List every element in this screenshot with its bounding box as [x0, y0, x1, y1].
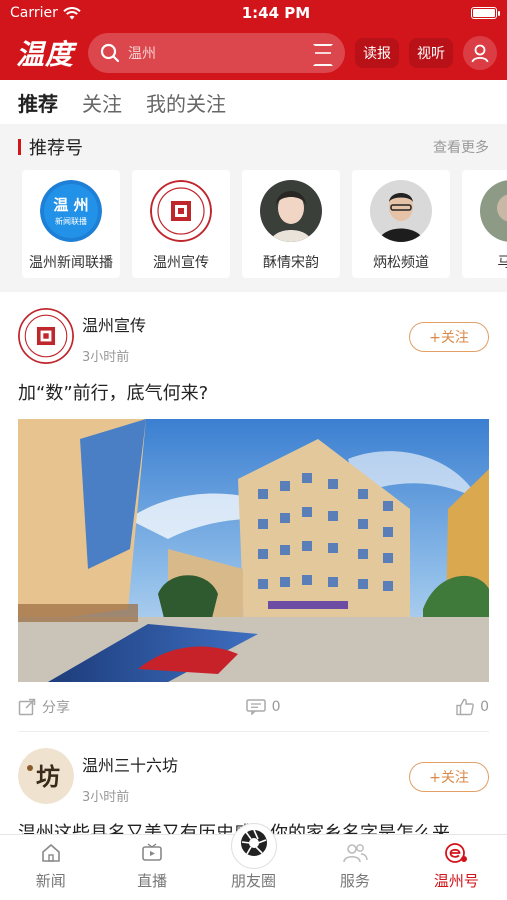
- comment-count: 0: [271, 698, 281, 715]
- avatar: [480, 180, 507, 242]
- recommend-card[interactable]: 马...: [462, 170, 507, 278]
- post-time: 3小时前: [82, 790, 130, 805]
- like-button[interactable]: 0: [456, 698, 489, 716]
- tab-recommend[interactable]: 推荐: [18, 88, 58, 117]
- author-name[interactable]: 温州三十六坊: [82, 752, 401, 776]
- comment-button[interactable]: 0: [245, 698, 281, 715]
- recommend-card[interactable]: 炳松频道: [352, 170, 450, 278]
- live-tv-icon: [142, 843, 162, 861]
- tab-live[interactable]: 直播: [101, 835, 202, 900]
- svg-text:坊: 坊: [36, 762, 60, 791]
- tab-moments[interactable]: 朋友圈: [203, 823, 304, 900]
- recommend-card[interactable]: 酥情宋韵: [242, 170, 340, 278]
- author-avatar[interactable]: [18, 308, 74, 364]
- recommend-card-name: 酥情宋韵: [263, 255, 319, 271]
- aperture-icon: [230, 823, 277, 869]
- wifi-icon: [63, 6, 81, 19]
- home-icon: [41, 844, 60, 862]
- search-bar[interactable]: 温州: [88, 33, 345, 73]
- thumbs-up-icon: [456, 698, 474, 715]
- like-count: 0: [480, 698, 489, 715]
- post-time: 3小时前: [82, 350, 130, 365]
- recommend-card-name: 炳松频道: [373, 255, 429, 271]
- header: Carrier 1:44 PM 温度 温州 读报 视听: [0, 0, 507, 80]
- wenzhou-e-icon: [445, 843, 468, 863]
- recommend-card[interactable]: 温 州新闻联播 温州新闻联播: [22, 170, 120, 278]
- author-avatar[interactable]: 坊: [18, 748, 74, 804]
- recommend-card[interactable]: 温州宣传: [132, 170, 230, 278]
- comment-icon: [245, 698, 266, 715]
- tab-services[interactable]: 服务: [304, 835, 405, 900]
- feed-post[interactable]: 温州宣传 3小时前 +关注 加“数”前行，底气何来? 分享 0 0: [0, 292, 507, 732]
- follow-button[interactable]: +关注: [409, 762, 489, 792]
- post-actions: 分享 0 0: [18, 682, 489, 732]
- wenzhou-xuanchuan-seal: [150, 180, 212, 242]
- see-more-link[interactable]: 查看更多: [433, 137, 489, 157]
- app-logo[interactable]: 温度: [16, 33, 78, 73]
- tab-news-label: 新闻: [35, 872, 66, 890]
- user-icon: [471, 44, 489, 63]
- recommend-cards: 温 州新闻联播 温州新闻联播 温州宣传 酥情宋韵 炳松频道 马: [0, 170, 507, 282]
- tab-wenzhou-account-label: 温州号: [433, 872, 479, 890]
- status-time: 1:44 PM: [241, 4, 311, 22]
- read-paper-button[interactable]: 读报: [355, 38, 399, 68]
- avatar: [370, 180, 432, 242]
- post-image[interactable]: [18, 419, 489, 682]
- post-title[interactable]: 加“数”前行，底气何来?: [18, 379, 489, 405]
- share-icon: [18, 698, 36, 715]
- tab-follow[interactable]: 关注: [82, 88, 122, 117]
- profile-button[interactable]: [463, 36, 497, 70]
- svg-text:新闻联播: 新闻联播: [55, 216, 87, 226]
- search-icon: [100, 43, 120, 63]
- share-label: 分享: [42, 699, 70, 716]
- bottom-tab-bar: 新闻 直播 朋友圈 服务 温州号: [0, 823, 507, 900]
- wenzhou-news-logo: 温 州新闻联播: [40, 180, 102, 242]
- avatar: [260, 180, 322, 242]
- recommend-section: 推荐号 查看更多 温 州新闻联播 温州新闻联播 温州宣传 酥情宋韵 炳松频道 马: [0, 124, 507, 292]
- tab-live-label: 直播: [137, 872, 168, 890]
- recommend-card-name: 温州新闻联播: [29, 255, 113, 271]
- recommend-title: 推荐号: [29, 138, 83, 159]
- scan-icon[interactable]: [313, 44, 333, 66]
- battery-icon: [471, 7, 500, 19]
- recommend-card-name: 温州宣传: [153, 255, 209, 271]
- channel-tabs: 推荐 关注 我的关注: [0, 80, 507, 124]
- tab-my-follow[interactable]: 我的关注: [146, 88, 226, 117]
- tab-news[interactable]: 新闻: [0, 835, 101, 900]
- author-name[interactable]: 温州宣传: [82, 312, 401, 336]
- app-screen: Carrier 1:44 PM 温度 温州 读报 视听 推荐 关注 我的关注 推…: [0, 0, 507, 900]
- people-icon: [343, 844, 368, 863]
- tab-services-label: 服务: [339, 872, 370, 890]
- video-button[interactable]: 视听: [409, 38, 453, 68]
- status-bar: Carrier 1:44 PM: [0, 0, 507, 26]
- search-placeholder: 温州: [128, 46, 156, 62]
- follow-button[interactable]: +关注: [409, 322, 489, 352]
- tab-moments-label: 朋友圈: [231, 872, 277, 890]
- svg-text:温 州: 温 州: [53, 196, 88, 214]
- tab-wenzhou-account[interactable]: 温州号: [406, 835, 507, 900]
- share-button[interactable]: 分享: [18, 697, 70, 717]
- section-accent-bar: [18, 139, 21, 155]
- recommend-card-name: 马...: [497, 255, 507, 271]
- carrier-label: Carrier: [10, 5, 58, 21]
